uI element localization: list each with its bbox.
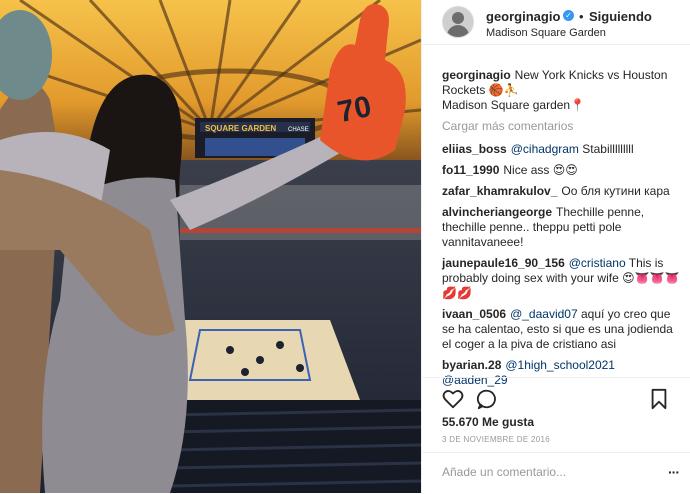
- comment-mention[interactable]: @_daavid07: [510, 307, 578, 321]
- post-header: georginagio ✓ • Siguiendo Madison Square…: [422, 0, 690, 45]
- load-more-comments[interactable]: Cargar más comentarios: [442, 119, 682, 134]
- header-separator: •: [579, 9, 584, 24]
- bookmark-icon[interactable]: [648, 388, 670, 410]
- verified-badge-icon: ✓: [563, 10, 574, 21]
- comment-username[interactable]: alvincheriangeorge: [442, 205, 552, 219]
- add-comment-bar: ···: [422, 452, 690, 494]
- foam-finger-text: 70: [335, 90, 375, 129]
- comment-item: alvincheriangeorge Thechille penne, thech…: [442, 205, 682, 250]
- comment-username[interactable]: fo11_1990: [442, 163, 499, 177]
- more-options-icon[interactable]: ···: [668, 464, 680, 480]
- header-username[interactable]: georginagio: [486, 9, 560, 24]
- post-sidebar: georginagio ✓ • Siguiendo Madison Square…: [421, 0, 690, 493]
- arena-photo-illustration: SQUARE GARDEN CHASE 70: [0, 0, 421, 493]
- action-bar: [422, 377, 690, 416]
- comment-username[interactable]: ivaan_0506: [442, 307, 506, 321]
- location-link[interactable]: Madison Square Garden: [486, 27, 606, 39]
- comment-item: ivaan_0506 @_daavid07 aquí yo creo que se…: [442, 307, 682, 352]
- avatar[interactable]: [442, 6, 474, 38]
- caption: georginagio New York Knicks vs Houston Ro…: [442, 68, 682, 113]
- post-photo[interactable]: SQUARE GARDEN CHASE 70: [0, 0, 421, 493]
- heart-icon[interactable]: [442, 388, 464, 410]
- like-count[interactable]: 55.670 Me gusta: [442, 415, 534, 429]
- comment-text: Nice ass 😍😍: [503, 163, 578, 177]
- add-comment-input[interactable]: [442, 465, 662, 479]
- comment-icon[interactable]: [476, 388, 498, 410]
- comment-item: fo11_1990 Nice ass 😍😍: [442, 163, 682, 178]
- comment-item: zafar_khamrakulov_ Оо бля кутини кара: [442, 184, 682, 199]
- comment-text: Stabilllllllll: [578, 142, 634, 156]
- comment-item: jaunepaule16_90_156 @cristiano This is pr…: [442, 256, 682, 301]
- comment-username[interactable]: eliias_boss: [442, 142, 507, 156]
- comment-username[interactable]: byarian.28: [442, 358, 501, 372]
- arena-sign-text: SQUARE GARDEN: [205, 124, 276, 133]
- comment-item: eliias_boss @cihadgram Stabilllllllll: [442, 142, 682, 157]
- post-date: 3 DE NOVIEMBRE DE 2016: [442, 435, 550, 444]
- comment-list: georginagio New York Knicks vs Houston Ro…: [442, 68, 682, 394]
- comment-username[interactable]: zafar_khamrakulov_: [442, 184, 557, 198]
- comment-text: Оо бля кутини кара: [561, 184, 670, 198]
- comment-mention[interactable]: @cristiano: [569, 256, 626, 270]
- instagram-post: SQUARE GARDEN CHASE 70 georginagio ✓ • S…: [0, 0, 690, 493]
- caption-text-line2: Madison Square garden📍: [442, 98, 586, 112]
- comment-username[interactable]: jaunepaule16_90_156: [442, 256, 565, 270]
- caption-username[interactable]: georginagio: [442, 68, 511, 82]
- chase-sign-text: CHASE: [288, 127, 309, 133]
- comment-mention[interactable]: @cihadgram: [511, 142, 579, 156]
- following-button[interactable]: Siguiendo: [589, 9, 652, 24]
